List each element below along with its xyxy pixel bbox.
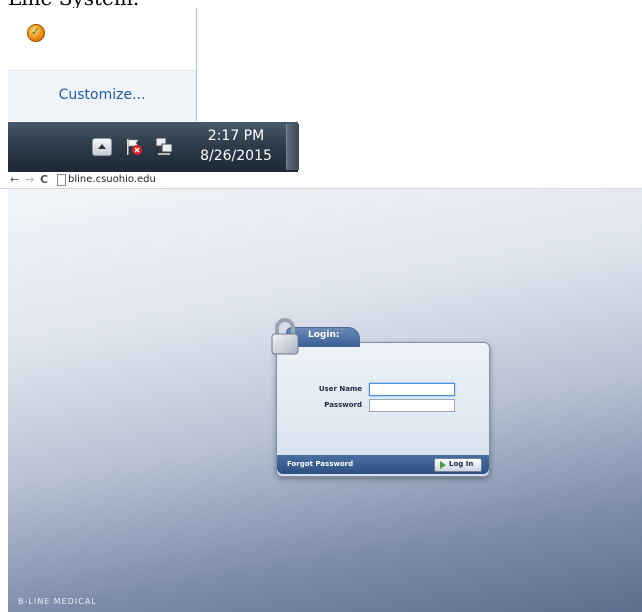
page-icon <box>57 174 66 186</box>
show-hidden-icons-button[interactable] <box>92 138 112 156</box>
network-icon[interactable] <box>154 136 174 158</box>
address-bar: ← → C bline.csuohio.edu <box>0 172 642 189</box>
login-button-label: Log In <box>449 460 474 468</box>
show-desktop-button[interactable] <box>286 124 299 170</box>
login-button[interactable]: Log In <box>434 458 482 472</box>
clock-time: 2:17 PM <box>207 128 265 144</box>
password-input[interactable] <box>369 399 455 412</box>
clock-date: 8/26/2015 <box>200 148 272 164</box>
username-input[interactable] <box>369 383 455 396</box>
action-center-flag-icon[interactable] <box>124 137 144 157</box>
tray-overflow-popup: Customize... <box>8 8 197 121</box>
forward-button[interactable]: → <box>25 173 34 187</box>
url-field[interactable]: bline.csuohio.edu <box>68 174 156 185</box>
arrow-right-icon <box>440 461 446 469</box>
login-title: Login: <box>308 330 340 340</box>
bline-logo: B-LINE MEDICAL <box>18 597 97 606</box>
padlock-icon <box>271 318 299 355</box>
taskbar: 2:17 PM 8/26/2015 <box>8 122 299 172</box>
password-label: Password <box>324 401 362 409</box>
username-label: User Name <box>318 385 362 393</box>
taskbar-clock[interactable]: 2:17 PM 8/26/2015 <box>188 126 284 166</box>
back-button[interactable]: ← <box>10 173 19 187</box>
tray-popup-footer: Customize... <box>8 70 196 121</box>
forgot-password-link[interactable]: Forgot Password <box>287 460 353 468</box>
tray-app-icon[interactable] <box>27 24 45 42</box>
customize-link[interactable]: Customize... <box>8 87 196 103</box>
reload-button[interactable]: C <box>40 173 48 187</box>
tray-icons-area <box>8 8 196 70</box>
